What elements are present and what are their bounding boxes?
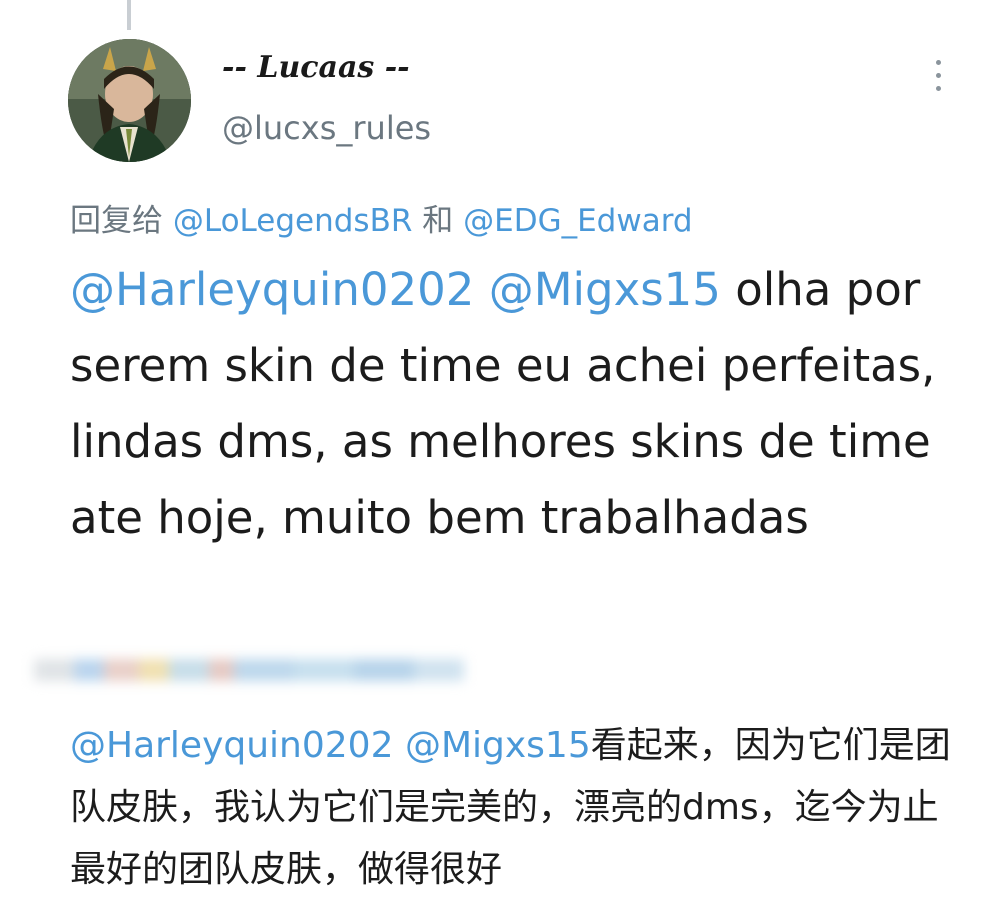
thread-connector-line (127, 0, 131, 30)
reply-conjunction: 和 (412, 203, 464, 239)
author-display-name[interactable]: -- Lucaas -- (222, 50, 410, 85)
tweet-text: @Harleyquin0202 @Migxs15 olha por serem … (70, 252, 950, 556)
more-vertical-icon[interactable] (924, 56, 952, 96)
author-handle[interactable]: @lucxs_rules (222, 109, 431, 147)
translation-mention-migxs[interactable]: @Migxs15 (405, 725, 591, 766)
translation-mention-harleyquin[interactable]: @Harleyquin0202 (70, 725, 394, 766)
translate-attribution-blurred (34, 645, 464, 695)
reply-context: 回复给 @LoLegendsBR 和 @EDG_Edward (70, 195, 693, 240)
avatar-image (68, 39, 191, 162)
reply-mention-edg-edward[interactable]: @EDG_Edward (463, 203, 692, 239)
tweet-mention-migxs[interactable]: @Migxs15 (489, 263, 721, 316)
reply-mention-lolegendsbr[interactable]: @LoLegendsBR (173, 203, 413, 239)
tweet-mention-harleyquin[interactable]: @Harleyquin0202 (70, 263, 474, 316)
avatar[interactable] (68, 39, 191, 162)
reply-prefix: 回复给 (70, 203, 173, 239)
translated-text: @Harleyquin0202 @Migxs15看起来，因为它们是团队皮肤，我认… (70, 715, 970, 901)
